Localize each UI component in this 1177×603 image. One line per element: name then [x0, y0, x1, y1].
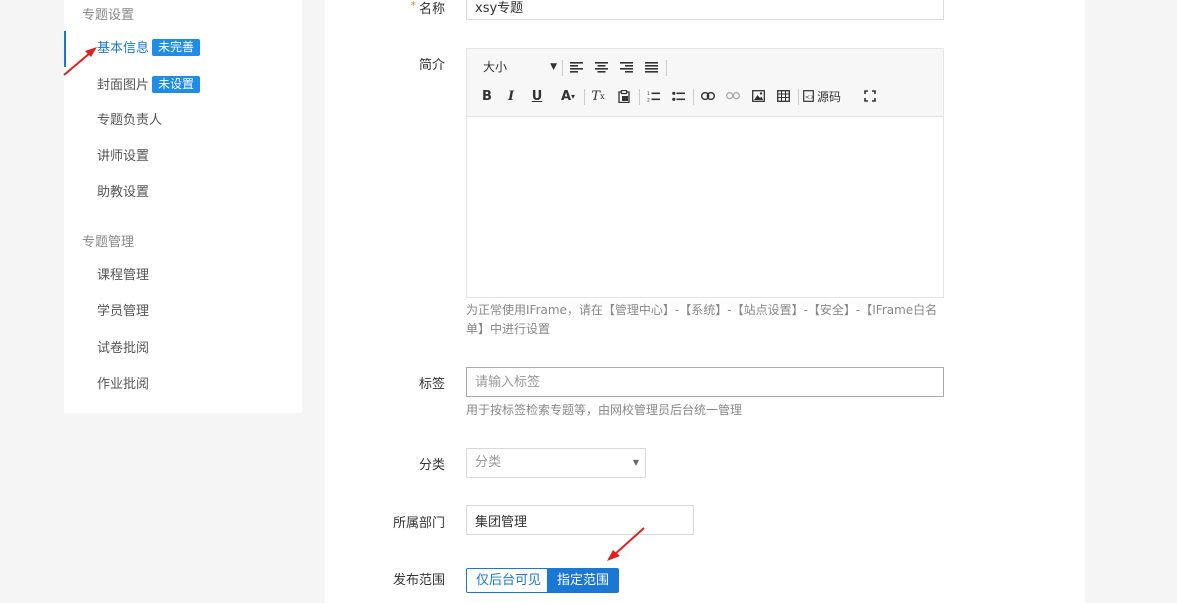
annotation-arrows — [63, 47, 645, 561]
